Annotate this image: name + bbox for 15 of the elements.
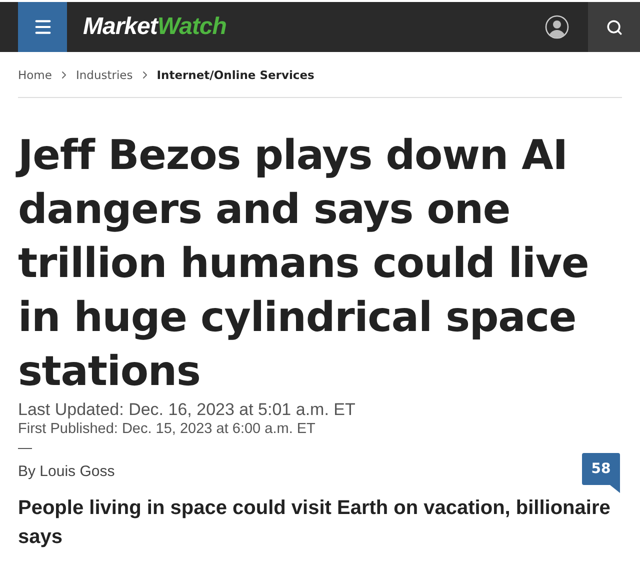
breadcrumb-link[interactable]: Internet/Online Services bbox=[156, 68, 314, 82]
breadcrumb-link[interactable]: Industries bbox=[76, 68, 133, 82]
menu-icon bbox=[32, 17, 52, 37]
headline: Jeff Bezos plays down AI dangers and says one trillion humans could live in huge cylindrical space stations bbox=[18, 128, 622, 398]
byline: By Louis Goss bbox=[18, 463, 115, 480]
logo[interactable]: MarketWatch bbox=[83, 2, 226, 52]
comment-count-button[interactable]: 58 bbox=[582, 453, 620, 493]
first-published-date: First Published: Dec. 15, 2023 at 6:00 a.m. ET bbox=[18, 421, 316, 437]
menu-button[interactable] bbox=[18, 2, 67, 52]
search-button[interactable] bbox=[588, 2, 640, 52]
last-updated-date: Last Updated: Dec. 16, 2023 at 5:01 a.m. ET bbox=[18, 400, 356, 420]
subheadline: People living in space could visit Earth on vacation, billionaire says bbox=[18, 496, 612, 550]
search-icon bbox=[606, 18, 622, 36]
breadcrumb-link[interactable]: Home bbox=[18, 68, 52, 82]
user-icon[interactable] bbox=[545, 15, 569, 39]
